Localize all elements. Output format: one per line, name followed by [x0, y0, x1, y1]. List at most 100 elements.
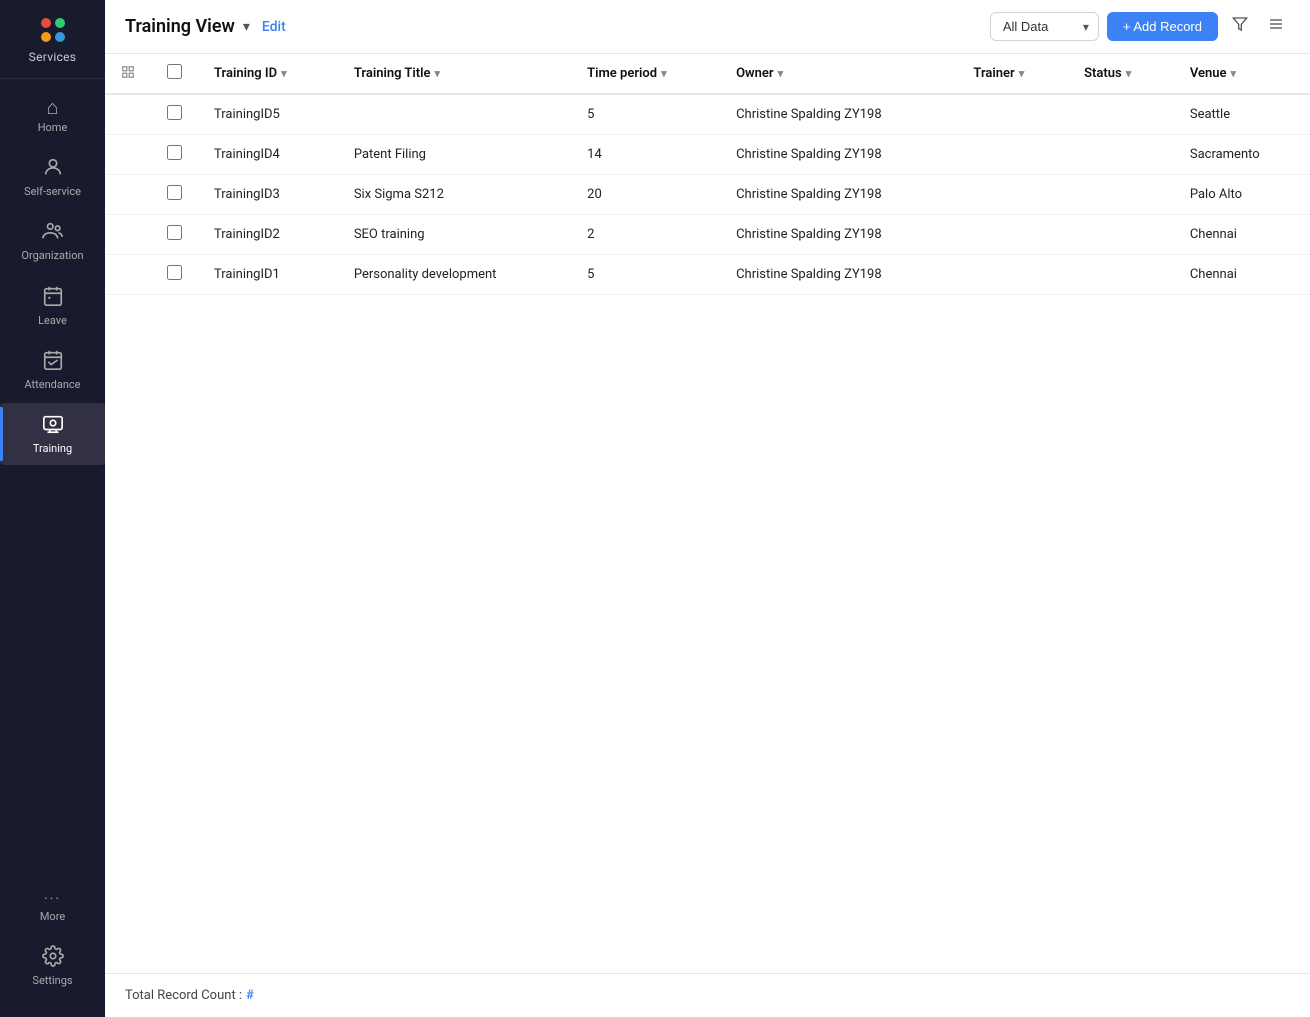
cell-venue: Sacramento — [1174, 135, 1310, 175]
row-toggle — [105, 255, 151, 295]
row-checkbox-cell — [151, 94, 198, 135]
row-checkbox[interactable] — [167, 225, 182, 240]
col-header-training-id[interactable]: Training ID ▾ — [198, 54, 338, 94]
table-collapse-icon[interactable] — [121, 67, 135, 83]
row-checkbox[interactable] — [167, 105, 182, 120]
cell-training-title — [338, 94, 571, 135]
filter-icon-button[interactable] — [1226, 12, 1254, 41]
cell-training-id: TrainingID3 — [198, 175, 338, 215]
row-toggle — [105, 135, 151, 175]
filter-select-wrapper: All Data My Data Team Data — [990, 12, 1099, 41]
dot-green — [55, 18, 65, 28]
cell-venue: Palo Alto — [1174, 175, 1310, 215]
sidebar-item-label: Training — [33, 442, 72, 455]
dot-yellow — [41, 32, 51, 42]
sidebar-logo: Services — [0, 0, 105, 79]
logo-dots — [41, 18, 65, 42]
row-checkbox[interactable] — [167, 145, 182, 160]
add-record-button[interactable]: + Add Record — [1107, 12, 1218, 41]
cell-owner: Christine Spalding ZY198 — [720, 215, 957, 255]
row-checkbox-cell — [151, 175, 198, 215]
cell-training-id: TrainingID2 — [198, 215, 338, 255]
sidebar-item-label: More — [40, 910, 65, 923]
record-count-label: Total Record Count : — [125, 988, 242, 1003]
columns-icon-button[interactable] — [1262, 12, 1290, 41]
cell-owner: Christine Spalding ZY198 — [720, 94, 957, 135]
sidebar-item-organization[interactable]: Organization — [0, 210, 105, 272]
cell-trainer — [957, 175, 1068, 215]
sidebar-item-leave[interactable]: Leave — [0, 275, 105, 337]
edit-link[interactable]: Edit — [262, 19, 286, 35]
row-checkbox[interactable] — [167, 185, 182, 200]
row-toggle — [105, 175, 151, 215]
main-content: Training View ▾ Edit All Data My Data Te… — [105, 0, 1310, 1017]
sort-icon: ▾ — [281, 67, 287, 80]
cell-venue: Chennai — [1174, 215, 1310, 255]
cell-training-id: TrainingID4 — [198, 135, 338, 175]
cell-owner: Christine Spalding ZY198 — [720, 135, 957, 175]
view-chevron[interactable]: ▾ — [243, 19, 250, 35]
columns-icon — [1268, 16, 1284, 32]
sidebar-item-label: Self-service — [24, 185, 81, 198]
record-count-value[interactable]: # — [246, 988, 254, 1003]
sidebar-item-label: Attendance — [24, 378, 80, 391]
table-row: TrainingID3 Six Sigma S212 20 Christine … — [105, 175, 1310, 215]
self-service-icon — [42, 156, 64, 181]
sidebar-bottom: ··· More Settings — [0, 872, 105, 1017]
home-icon: ⌂ — [46, 97, 58, 117]
select-all-checkbox[interactable] — [167, 64, 182, 79]
sidebar-item-more[interactable]: ··· More — [6, 882, 99, 933]
filter-select[interactable]: All Data My Data Team Data — [990, 12, 1099, 41]
cell-status — [1068, 94, 1174, 135]
row-checkbox-cell — [151, 215, 198, 255]
sort-icon: ▾ — [661, 67, 667, 80]
cell-training-title: Patent Filing — [338, 135, 571, 175]
col-header-time-period[interactable]: Time period ▾ — [571, 54, 720, 94]
cell-time-period: 5 — [571, 94, 720, 135]
sort-icon: ▾ — [1231, 67, 1237, 80]
cell-status — [1068, 135, 1174, 175]
table-row: TrainingID5 5 Christine Spalding ZY198 S… — [105, 94, 1310, 135]
cell-owner: Christine Spalding ZY198 — [720, 175, 957, 215]
table-row: TrainingID2 SEO training 2 Christine Spa… — [105, 215, 1310, 255]
sidebar-item-training[interactable]: Training — [0, 403, 105, 465]
page-title: Training View — [125, 16, 235, 37]
cell-time-period: 2 — [571, 215, 720, 255]
col-header-venue[interactable]: Venue ▾ — [1174, 54, 1310, 94]
col-header-training-title[interactable]: Training Title ▾ — [338, 54, 571, 94]
dot-red — [41, 18, 51, 28]
cell-venue: Chennai — [1174, 255, 1310, 295]
settings-icon — [42, 945, 64, 970]
row-toggle — [105, 215, 151, 255]
training-icon — [42, 413, 64, 438]
sidebar-item-home[interactable]: ⌂ Home — [0, 87, 105, 144]
attendance-icon — [42, 349, 64, 374]
cell-time-period: 20 — [571, 175, 720, 215]
cell-owner: Christine Spalding ZY198 — [720, 255, 957, 295]
sort-icon: ▾ — [1019, 67, 1025, 80]
cell-training-id: TrainingID5 — [198, 94, 338, 135]
cell-training-title: Six Sigma S212 — [338, 175, 571, 215]
col-header-owner[interactable]: Owner ▾ — [720, 54, 957, 94]
col-header-trainer[interactable]: Trainer ▾ — [957, 54, 1068, 94]
sidebar-item-label: Organization — [21, 249, 83, 262]
cell-training-id: TrainingID1 — [198, 255, 338, 295]
col-toggle — [105, 54, 151, 94]
dot-blue — [55, 32, 65, 42]
table-row: TrainingID4 Patent Filing 14 Christine S… — [105, 135, 1310, 175]
sidebar-item-self-service[interactable]: Self-service — [0, 146, 105, 208]
sidebar-item-attendance[interactable]: Attendance — [0, 339, 105, 401]
more-icon: ··· — [44, 892, 61, 906]
table-header-row: Training ID ▾ Training Title ▾ Time peri… — [105, 54, 1310, 94]
row-checkbox-cell — [151, 255, 198, 295]
col-select-all — [151, 54, 198, 94]
sidebar-item-settings[interactable]: Settings — [6, 935, 99, 997]
row-checkbox[interactable] — [167, 265, 182, 280]
services-label: Services — [29, 50, 77, 64]
cell-status — [1068, 175, 1174, 215]
col-header-status[interactable]: Status ▾ — [1068, 54, 1174, 94]
table-area: Training ID ▾ Training Title ▾ Time peri… — [105, 54, 1310, 973]
table-row: TrainingID1 Personality development 5 Ch… — [105, 255, 1310, 295]
sidebar-item-label: Leave — [38, 314, 67, 327]
cell-trainer — [957, 255, 1068, 295]
